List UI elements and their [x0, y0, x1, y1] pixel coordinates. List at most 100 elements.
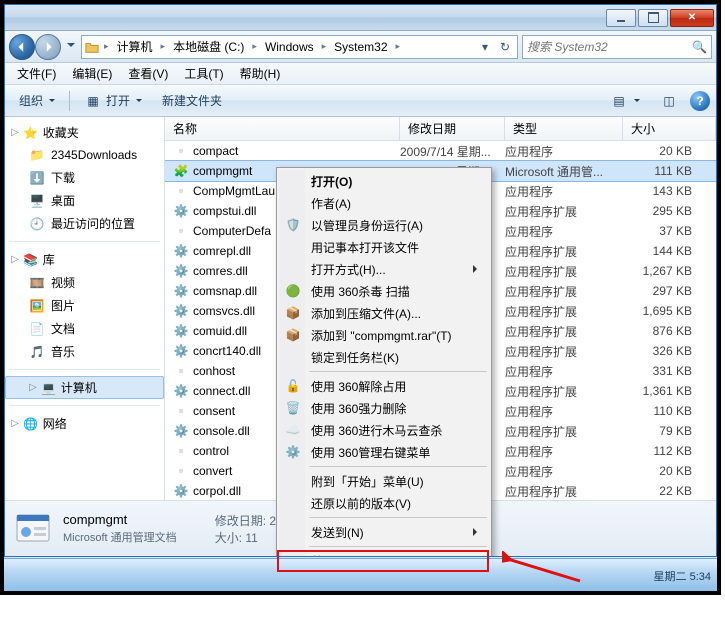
ctx-360-force-delete[interactable]: 🗑️ 使用 360强力删除 — [279, 397, 489, 419]
ctx-item-label: 以管理员身份运行(A) — [311, 217, 423, 234]
file-name-label: comsnap.dll — [193, 284, 257, 298]
shield-icon: 🛡️ — [285, 217, 301, 233]
file-icon: ⚙️ — [173, 283, 189, 299]
search-box[interactable]: 🔍 — [522, 35, 712, 59]
file-icon: ⚙️ — [173, 423, 189, 439]
sidebar-item-recent[interactable]: 🕘最近访问的位置 — [5, 212, 164, 235]
sidebar-item-documents[interactable]: 📄文档 — [5, 317, 164, 340]
file-name-label: comrepl.dll — [193, 244, 251, 258]
sidebar-item-label: 最近访问的位置 — [51, 215, 135, 232]
address-bar[interactable]: ▸ 计算机 ▸ 本地磁盘 (C:) ▸ Windows ▸ System32 ▸… — [81, 35, 518, 59]
file-type-cell: 应用程序扩展 — [505, 343, 623, 360]
menu-view[interactable]: 查看(V) — [120, 63, 176, 84]
nav-forward-button[interactable] — [35, 34, 61, 60]
menu-help[interactable]: 帮助(H) — [232, 63, 289, 84]
address-dropdown-button[interactable]: ▾ — [475, 36, 495, 58]
sidebar-item-network[interactable]: ▷ 🌐 网络 — [5, 412, 164, 435]
file-icon: ▫️ — [173, 463, 189, 479]
breadcrumb-segment[interactable]: 本地磁盘 (C:) — [169, 36, 248, 58]
ctx-restore-previous[interactable]: 还原以前的版本(V) — [279, 492, 489, 514]
column-header-type[interactable]: 类型 — [505, 117, 623, 140]
sidebar-item-label: 视频 — [51, 274, 75, 291]
file-name-label: conhost — [193, 364, 235, 378]
sidebar-favorites-header[interactable]: ▷ ⭐ 收藏夹 — [5, 121, 164, 144]
file-type-cell: 应用程序扩展 — [505, 483, 623, 500]
window-close-button[interactable] — [670, 9, 714, 27]
help-button[interactable]: ? — [690, 91, 710, 111]
desktop-icon: 🖥️ — [29, 193, 45, 209]
file-row[interactable]: ▫️compact2009/7/14 星期...应用程序20 KB — [165, 141, 716, 161]
view-options-button[interactable]: ▤ — [602, 89, 648, 113]
sidebar-item-2345downloads[interactable]: 📁2345Downloads — [5, 144, 164, 166]
ctx-run-as-admin[interactable]: 🛡️ 以管理员身份运行(A) — [279, 214, 489, 236]
ctx-add-rar[interactable]: 📦 添加到 "compmgmt.rar"(T) — [279, 324, 489, 346]
taskbar-clock[interactable]: 星期二 5:34 — [654, 559, 711, 592]
ctx-send-to[interactable]: 发送到(N) — [279, 521, 489, 543]
sidebar-item-music[interactable]: 🎵音乐 — [5, 340, 164, 363]
file-size-cell: 1,361 KB — [623, 384, 716, 398]
breadcrumb-segment[interactable]: System32 — [330, 36, 391, 58]
download-icon: ⬇️ — [29, 170, 45, 186]
sidebar-item-pictures[interactable]: 🖼️图片 — [5, 294, 164, 317]
file-size-cell: 331 KB — [623, 364, 716, 378]
taskbar[interactable]: 星期二 5:34 — [4, 558, 717, 591]
disclosure-icon: ▷ — [11, 418, 19, 429]
menu-bar: 文件(F) 编辑(E) 查看(V) 工具(T) 帮助(H) — [5, 63, 716, 85]
sidebar-item-videos[interactable]: 🎞️视频 — [5, 271, 164, 294]
menu-tools[interactable]: 工具(T) — [176, 63, 231, 84]
file-icon: ▫️ — [173, 443, 189, 459]
new-folder-button[interactable]: 新建文件夹 — [154, 89, 230, 113]
file-size-cell: 22 KB — [623, 484, 716, 498]
open-button[interactable]: ▦ 打开 — [76, 89, 150, 113]
window-minimize-button[interactable] — [606, 9, 636, 27]
column-header-date[interactable]: 修改日期 — [400, 117, 505, 140]
menu-file[interactable]: 文件(F) — [9, 63, 64, 84]
ctx-open-with[interactable]: 打开方式(H)... — [279, 258, 489, 280]
sidebar-libraries-header[interactable]: ▷ 📚 库 — [5, 248, 164, 271]
menu-edit[interactable]: 编辑(E) — [64, 63, 120, 84]
ctx-360-scan[interactable]: 🟢 使用 360杀毒 扫描 — [279, 280, 489, 302]
preview-pane-button[interactable]: ◫ — [652, 89, 686, 113]
file-icon: ⚙️ — [173, 263, 189, 279]
breadcrumb-segment[interactable]: Windows — [261, 36, 318, 58]
file-size-cell: 297 KB — [623, 284, 716, 298]
ctx-add-archive[interactable]: 📦 添加到压缩文件(A)... — [279, 302, 489, 324]
ctx-pin-taskbar[interactable]: 锁定到任务栏(K) — [279, 346, 489, 368]
navigation-bar: ▸ 计算机 ▸ 本地磁盘 (C:) ▸ Windows ▸ System32 ▸… — [5, 31, 716, 63]
ctx-author[interactable]: 作者(A) — [279, 192, 489, 214]
ctx-open[interactable]: 打开(O) — [279, 170, 489, 192]
sidebar-item-desktop[interactable]: 🖥️桌面 — [5, 189, 164, 212]
command-toolbar: 组织 ▦ 打开 新建文件夹 ▤ ◫ ? — [5, 85, 716, 117]
file-type-cell: 应用程序扩展 — [505, 283, 623, 300]
organize-button[interactable]: 组织 — [11, 89, 63, 113]
sidebar-libraries-label: 库 — [43, 251, 55, 268]
window-maximize-button[interactable] — [638, 9, 668, 27]
ctx-360-unlock[interactable]: 🔓 使用 360解除占用 — [279, 375, 489, 397]
sidebar-item-downloads[interactable]: ⬇️下载 — [5, 166, 164, 189]
file-icon: ⚙️ — [173, 483, 189, 499]
nav-history-dropdown[interactable] — [65, 36, 77, 58]
ctx-cut[interactable]: 剪切(T) — [279, 550, 489, 557]
breadcrumb-segment[interactable]: 计算机 — [113, 36, 157, 58]
column-header-size[interactable]: 大小 — [623, 117, 716, 140]
disclosure-icon: ▷ — [11, 127, 19, 138]
column-header-name[interactable]: 名称 — [165, 117, 400, 140]
ctx-item-label: 使用 360强力删除 — [311, 400, 406, 417]
archive-icon: 📦 — [285, 327, 301, 343]
file-name-label: corpol.dll — [193, 484, 241, 498]
refresh-button[interactable]: ↻ — [495, 36, 515, 58]
sidebar-item-computer[interactable]: ▷ 💻 计算机 — [5, 376, 164, 399]
search-input[interactable] — [527, 40, 692, 54]
column-headers: 名称 修改日期 类型 大小 — [165, 117, 716, 141]
nav-back-button[interactable] — [9, 34, 35, 60]
details-file-type: Microsoft 通用管理文档 — [63, 529, 177, 545]
file-size-cell: 111 KB — [623, 164, 716, 178]
ctx-pin-start[interactable]: 附到「开始」菜单(U) — [279, 470, 489, 492]
ctx-360-manage-menu[interactable]: ⚙️ 使用 360管理右键菜单 — [279, 441, 489, 463]
preview-pane-icon: ◫ — [660, 92, 678, 110]
ctx-item-label: 使用 360解除占用 — [311, 378, 406, 395]
antivirus-icon: 🟢 — [285, 283, 301, 299]
ctx-360-trojan-scan[interactable]: ☁️ 使用 360进行木马云查杀 — [279, 419, 489, 441]
trash-icon: 🗑️ — [285, 400, 301, 416]
ctx-open-notepad[interactable]: 用记事本打开该文件 — [279, 236, 489, 258]
